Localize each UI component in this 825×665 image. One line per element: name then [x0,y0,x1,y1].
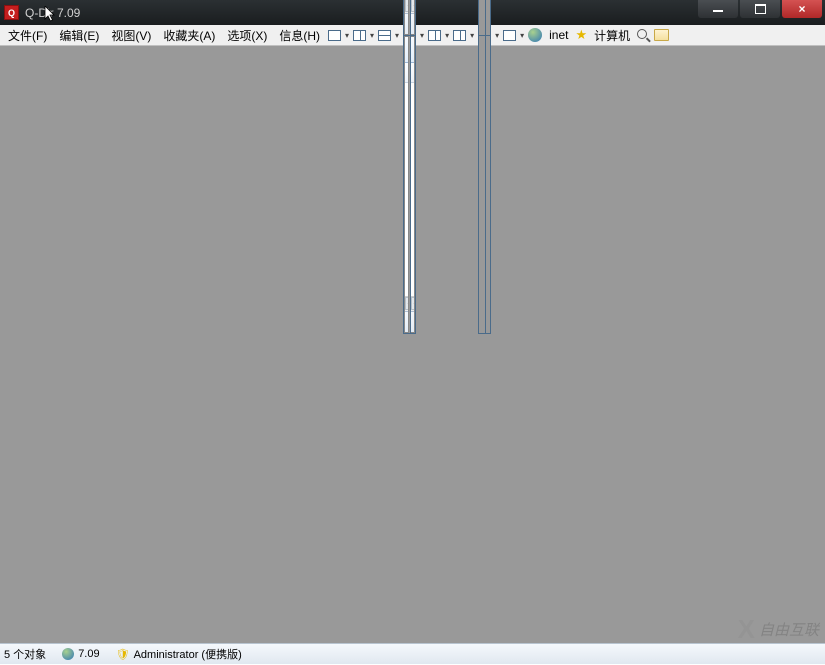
pane-footer: Σ 6 个对象 ▾ ⚡ ✕ ✂ [405,13,409,34]
star-icon[interactable]: ★ [575,27,587,43]
scroll-left-button[interactable]: ◄ [411,297,415,310]
menu-info[interactable]: 信息(H) [273,25,326,46]
col-name[interactable]: 名称 [405,63,409,82]
search-icon[interactable] [637,29,650,42]
h-scrollbar[interactable]: ◄ ► [405,296,408,311]
layout-split-v-icon[interactable] [353,30,366,41]
menu-edit[interactable]: 编辑(E) [53,25,105,46]
layout-quad-icon[interactable]: ◄ ► ▾ ↻ 🖥 计算机 ▾ ▾ 名称 类型 硬盘 (5) Win7 (C:)… [403,0,416,334]
status-version: 7.09 [78,648,99,660]
menu-computer[interactable]: 计算机 [591,25,633,46]
pane: ◄ ► ▾ ↻ 🖥 计算机 ▾ ▾ 名称 类型 硬盘 (5) Win7 (C:)… [410,0,415,35]
layout-icon[interactable] [453,30,466,41]
pane-footer: Σ 0 个对象 ▾ ⚡ ✕ ✂ [405,311,409,332]
dropdown-icon[interactable]: ▾ [470,31,474,40]
scroll-left-button[interactable]: ◄ [405,297,409,310]
minimize-button[interactable] [698,0,738,18]
column-headers: 名称 类型 [411,63,414,83]
dropdown-icon[interactable]: ▾ [495,31,499,40]
menu-view[interactable]: 视图(V) [105,25,157,46]
layout-split-h-icon[interactable] [378,30,391,41]
col-name[interactable]: 名称 [411,63,415,82]
menubar: 文件(F) 编辑(E) 视图(V) 收藏夹(A) 选项(X) 信息(H) ▾ ▾… [0,25,825,46]
dropdown-icon[interactable]: ▾ [370,31,374,40]
file-list[interactable]: 硬盘 (5) Win7 (C:)本地磁盘软件 (D:)本地磁盘文档 (E:)本地… [405,83,409,296]
dropdown-icon[interactable]: ▾ [395,31,399,40]
globe-icon [62,648,74,660]
pane: ◄ ► ▾ ↻ 🖥 计算机 ▾ ▾ 名称 类型 硬盘 (5) Win7 (C:)… [410,36,415,333]
sigma-icon[interactable]: Σ [408,314,409,330]
dropdown-icon[interactable]: ▾ [520,31,524,40]
h-scrollbar[interactable]: ◄ ► [405,0,408,13]
h-scrollbar[interactable]: ◄ ► [411,296,414,311]
dropdown-icon[interactable]: ▾ [445,31,449,40]
status-objects: 5 个对象 [4,646,46,662]
app-icon: Q [4,5,19,20]
pane: ◄ ► ▾ ↻ 🖥 计算机 ▾ ▾ 名称 类型 硬盘 (5) Win7 (C:)… [404,0,409,35]
pane: ◄ ► ▾ ↻ 🖥 计算机 ▾ ▾ 名称 类型 硬盘 (5) Win7 (C:)… [404,36,409,333]
shield-icon: 🛡 [116,648,130,661]
pane-footer: Σ 0 个对象 ▾ ⚡ ✕ ✂ [411,311,415,332]
menu-fav[interactable]: 收藏夹(A) [157,25,221,46]
back-button[interactable]: ◄ [408,39,409,59]
close-button[interactable]: × [782,0,822,18]
sigma-icon[interactable]: Σ [414,314,415,330]
globe-icon[interactable] [528,28,542,42]
layout-single-icon[interactable] [328,30,341,41]
back-button[interactable]: ◄ [414,39,415,59]
status-user: Administrator (便携版) [134,646,242,662]
scroll-left-button[interactable]: ◄ [405,0,409,12]
file-list[interactable]: 硬盘 (5) Win7 (C:)本地磁盘软件 (D:)本地磁盘文档 (E:)本地… [411,83,415,296]
menu-options[interactable]: 选项(X) [221,25,273,46]
menu-file[interactable]: 文件(F) [2,25,53,46]
pane-navbar: ◄ ► ▾ ↻ 🖥 计算机 ▾ ▾ [405,37,409,63]
statusbar: 5 个对象 7.09 🛡 Administrator (便携版) [0,643,825,664]
dropdown-icon[interactable]: ▾ [345,31,349,40]
layout-icon[interactable] [478,0,491,334]
column-headers: 名称 类型 [405,63,408,83]
pane-navbar: ◄ ► ▾ ↻ 🖥 计算机 ▾ ▾ [411,37,415,63]
sigma-icon[interactable]: Σ [414,16,415,32]
pane-footer: Σ 0 个对象 ▾ ⚡ ✕ ✂ [411,13,415,34]
maximize-button[interactable] [740,0,780,18]
layout-icon[interactable] [503,30,516,41]
layout-icon[interactable] [428,30,441,41]
h-scrollbar[interactable]: ◄ ► [411,0,414,13]
menu-inet[interactable]: inet [546,26,571,44]
scroll-left-button[interactable]: ◄ [411,0,415,12]
dropdown-icon[interactable]: ▾ [420,31,424,40]
title: Q-Dir 7.09 [25,6,80,20]
sigma-icon[interactable]: Σ [408,16,409,32]
folder-icon[interactable] [654,29,669,41]
